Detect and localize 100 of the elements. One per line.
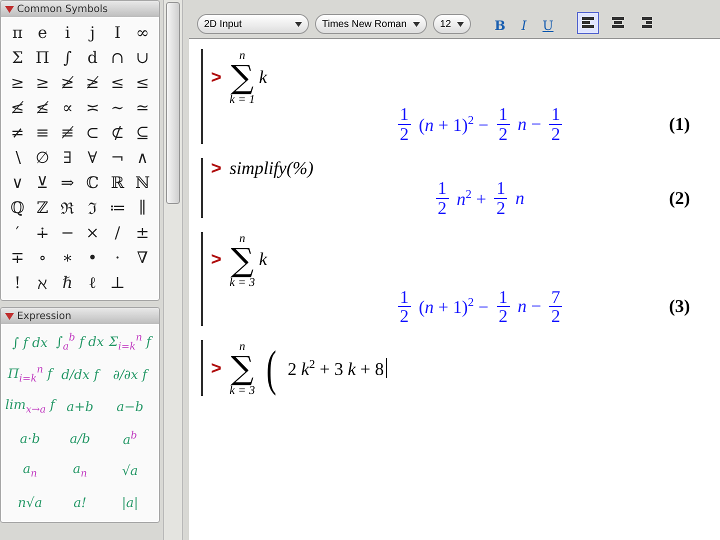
output-expression: n (515, 188, 524, 209)
symbol-button[interactable]: ∫ (55, 46, 80, 69)
symbol-button[interactable]: ≥ (30, 71, 55, 94)
template-button[interactable]: a$_{n}$ (5, 458, 55, 484)
equation-label: (1) (669, 114, 690, 135)
symbol-button[interactable]: ⊆ (130, 121, 155, 144)
underline-button[interactable]: U (539, 19, 557, 34)
template-button[interactable]: a$^{b}$ (105, 426, 155, 452)
size-dropdown[interactable]: 12 (433, 14, 471, 34)
input-expression: 2 k$^{2}$ + 3 k + 8 (288, 356, 384, 380)
equation-label: (2) (669, 188, 690, 209)
template-button[interactable]: a$_{n}$ (55, 458, 105, 484)
parenthesis: ( (266, 343, 276, 394)
template-button[interactable]: Σ$_{i=k}$$^{n}$ f (105, 330, 155, 356)
symbol-button[interactable]: ⊂ (80, 121, 105, 144)
symbol-button[interactable]: ≃ (130, 96, 155, 119)
mode-dropdown[interactable]: 2D Input (197, 14, 309, 34)
symbol-button[interactable]: ′ (5, 221, 30, 244)
italic-button[interactable]: I (515, 19, 533, 34)
symbol-button[interactable]: − (55, 221, 80, 244)
symbol-button[interactable]: Π (30, 46, 55, 69)
symbol-button[interactable]: ∇ (130, 246, 155, 269)
symbol-button[interactable]: ⇒ (55, 171, 80, 194)
symbol-button[interactable]: ± (130, 221, 155, 244)
symbol-button[interactable]: ≤ (130, 71, 155, 94)
symbol-button[interactable]: ∧ (130, 146, 155, 169)
template-button[interactable]: lim$_{x→a}$ f (5, 394, 55, 420)
symbol-button[interactable]: ℚ (5, 196, 30, 219)
symbol-button[interactable]: ∪ (130, 46, 155, 69)
symbol-button[interactable]: d (80, 46, 105, 69)
symbol-button[interactable]: ∃ (55, 146, 80, 169)
sigma-symbol: ∑ (230, 352, 254, 384)
symbol-button[interactable]: ∝ (55, 96, 80, 119)
symbol-button[interactable]: ℑ (80, 196, 105, 219)
caret-icon (457, 22, 464, 26)
symbol-button[interactable]: ! (5, 271, 30, 294)
symbol-button[interactable]: π (5, 21, 30, 44)
fraction: 1 2 (398, 288, 411, 326)
symbol-button[interactable]: ℏ (55, 271, 80, 294)
symbol-button[interactable]: ∨ (5, 171, 30, 194)
symbol-button[interactable]: i (55, 21, 80, 44)
symbol-button[interactable]: ≔ (105, 196, 130, 219)
symbol-button[interactable]: ≱ (80, 71, 105, 94)
symbol-button[interactable]: ≍ (80, 96, 105, 119)
symbol-button[interactable]: ∖ (5, 146, 30, 169)
symbol-button[interactable]: Σ (5, 46, 30, 69)
symbol-button[interactable]: ≰ (5, 96, 30, 119)
sum-upper-limit: n (239, 232, 246, 244)
symbol-button[interactable]: ≡ (30, 121, 55, 144)
symbol-button[interactable]: • (80, 246, 105, 269)
sigma-symbol: ∑ (230, 61, 254, 93)
symbol-button[interactable]: ∓ (5, 246, 30, 269)
symbol-button[interactable]: ∀ (80, 146, 105, 169)
template-button[interactable]: Π$_{i=k}$$^{n}$ f (5, 362, 55, 388)
palette-header[interactable]: Common Symbols (1, 1, 159, 17)
symbol-button[interactable]: ≱ (55, 71, 80, 94)
symbol-button[interactable]: × (80, 221, 105, 244)
symbol-button[interactable]: ∔ (30, 221, 55, 244)
symbol-button[interactable]: ∅ (30, 146, 55, 169)
symbol-button[interactable]: ℕ (130, 171, 155, 194)
symbol-button[interactable]: ℵ (30, 271, 55, 294)
template-button[interactable]: ∫$_{a}$$^{b}$ f dx (55, 330, 105, 356)
symbol-button[interactable]: ⊻ (30, 171, 55, 194)
symbol-button[interactable]: e (30, 21, 55, 44)
symbol-button[interactable]: ≰ (30, 96, 55, 119)
symbol-button[interactable]: ≤ (105, 71, 130, 94)
symbol-button[interactable]: ⊄ (105, 121, 130, 144)
symbol-button[interactable]: ℜ (55, 196, 80, 219)
symbol-button[interactable]: ¬ (105, 146, 130, 169)
symbol-button[interactable]: / (105, 221, 130, 244)
equation-label: (3) (669, 296, 690, 318)
align-button[interactable] (577, 12, 599, 34)
symbol-button[interactable]: ∥ (130, 196, 155, 219)
symbol-button[interactable]: ℝ (105, 171, 130, 194)
symbol-button[interactable]: ≠ (5, 121, 30, 144)
symbol-button[interactable]: ≥ (5, 71, 30, 94)
caret-icon (413, 22, 420, 26)
fraction: 1 2 (398, 105, 411, 144)
symbol-button[interactable]: ∩ (105, 46, 130, 69)
symbol-button[interactable]: ∞ (130, 21, 155, 44)
symbol-button[interactable]: ≢ (55, 121, 80, 144)
sum-upper-limit: n (239, 340, 246, 352)
symbol-button[interactable]: ℂ (80, 171, 105, 194)
scroll-thumb[interactable] (166, 2, 180, 204)
scrollbar[interactable] (163, 0, 183, 540)
symbol-button[interactable]: ⊥ (105, 271, 130, 294)
font-dropdown[interactable]: Times New Roman (315, 14, 427, 34)
bold-button[interactable]: B (491, 19, 509, 34)
symbol-button[interactable]: ∗ (55, 246, 80, 269)
symbol-button[interactable]: I (105, 21, 130, 44)
symbol-button[interactable]: · (105, 246, 130, 269)
sigma-symbol: ∑ (230, 244, 254, 276)
symbol-button[interactable]: ∘ (30, 246, 55, 269)
caret-icon (295, 22, 302, 26)
symbol-button[interactable]: ℤ (30, 196, 55, 219)
output-expression: (n + 1)$^{2}$ − (418, 295, 489, 318)
symbol-button[interactable]: ℓ (80, 271, 105, 294)
symbol-button[interactable]: ∼ (105, 96, 130, 119)
symbol-button[interactable]: j (80, 21, 105, 44)
palette-header[interactable]: Expression (1, 308, 159, 324)
